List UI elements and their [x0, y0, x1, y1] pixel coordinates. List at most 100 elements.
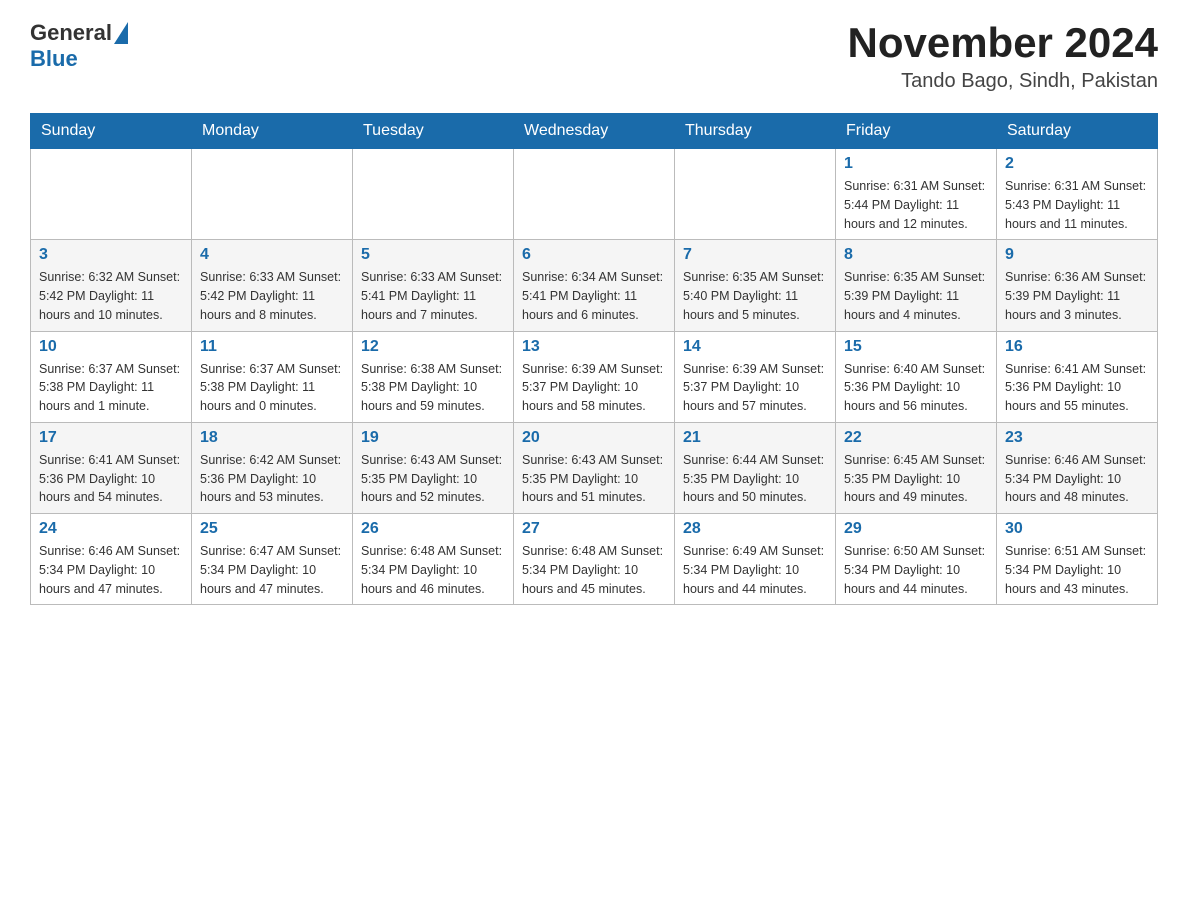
day-number: 10 — [39, 338, 183, 356]
calendar-cell: 12 Sunrise: 6:38 AM Sunset: 5:38 PM Dayli… — [353, 331, 514, 422]
calendar-cell: 1Sunrise: 6:31 AM Sunset: 5:44 PM Daylig… — [836, 149, 997, 240]
calendar-cell: 3 Sunrise: 6:32 AM Sunset: 5:42 PM Daylig… — [31, 240, 192, 331]
location-text: Tando Bago, Sindh, Pakistan — [847, 70, 1158, 93]
calendar-header-row: SundayMondayTuesdayWednesdayThursdayFrid… — [31, 114, 1158, 149]
day-number: 6 — [522, 246, 666, 264]
day-info: Sunrise: 6:46 AM Sunset: 5:34 PM Dayligh… — [39, 542, 183, 598]
day-number: 26 — [361, 520, 505, 538]
day-info: Sunrise: 6:38 AM Sunset: 5:38 PM Dayligh… — [361, 360, 505, 416]
day-number: 13 — [522, 338, 666, 356]
calendar-cell: 28 Sunrise: 6:49 AM Sunset: 5:34 PM Dayli… — [675, 514, 836, 605]
calendar-cell — [31, 149, 192, 240]
calendar-cell — [514, 149, 675, 240]
day-number: 29 — [844, 520, 988, 538]
calendar-header-thursday: Thursday — [675, 114, 836, 149]
day-info: Sunrise: 6:41 AM Sunset: 5:36 PM Dayligh… — [39, 451, 183, 507]
day-number: 28 — [683, 520, 827, 538]
day-number: 14 — [683, 338, 827, 356]
day-number: 2 — [1005, 155, 1149, 173]
title-area: November 2024 Tando Bago, Sindh, Pakista… — [847, 20, 1158, 93]
day-info: Sunrise: 6:33 AM Sunset: 5:41 PM Dayligh… — [361, 268, 505, 324]
calendar-cell: 5Sunrise: 6:33 AM Sunset: 5:41 PM Daylig… — [353, 240, 514, 331]
day-info: Sunrise: 6:40 AM Sunset: 5:36 PM Dayligh… — [844, 360, 988, 416]
calendar-header-saturday: Saturday — [997, 114, 1158, 149]
calendar-cell: 15 Sunrise: 6:40 AM Sunset: 5:36 PM Dayli… — [836, 331, 997, 422]
calendar-header-friday: Friday — [836, 114, 997, 149]
calendar-cell: 24 Sunrise: 6:46 AM Sunset: 5:34 PM Dayli… — [31, 514, 192, 605]
day-number: 24 — [39, 520, 183, 538]
day-number: 1 — [844, 155, 988, 173]
calendar-cell: 20Sunrise: 6:43 AM Sunset: 5:35 PM Dayli… — [514, 422, 675, 513]
month-title: November 2024 — [847, 20, 1158, 66]
calendar-cell: 9 Sunrise: 6:36 AM Sunset: 5:39 PM Daylig… — [997, 240, 1158, 331]
calendar-cell — [675, 149, 836, 240]
day-info: Sunrise: 6:35 AM Sunset: 5:39 PM Dayligh… — [844, 268, 988, 324]
day-info: Sunrise: 6:33 AM Sunset: 5:42 PM Dayligh… — [200, 268, 344, 324]
day-number: 27 — [522, 520, 666, 538]
calendar-week-row: 1Sunrise: 6:31 AM Sunset: 5:44 PM Daylig… — [31, 149, 1158, 240]
calendar-cell: 19Sunrise: 6:43 AM Sunset: 5:35 PM Dayli… — [353, 422, 514, 513]
day-info: Sunrise: 6:49 AM Sunset: 5:34 PM Dayligh… — [683, 542, 827, 598]
day-number: 15 — [844, 338, 988, 356]
calendar-week-row: 3 Sunrise: 6:32 AM Sunset: 5:42 PM Daylig… — [31, 240, 1158, 331]
logo-blue-text: Blue — [30, 46, 78, 72]
day-number: 11 — [200, 338, 344, 356]
day-number: 17 — [39, 429, 183, 447]
calendar-cell: 21Sunrise: 6:44 AM Sunset: 5:35 PM Dayli… — [675, 422, 836, 513]
day-info: Sunrise: 6:42 AM Sunset: 5:36 PM Dayligh… — [200, 451, 344, 507]
day-info: Sunrise: 6:46 AM Sunset: 5:34 PM Dayligh… — [1005, 451, 1149, 507]
calendar-cell: 11 Sunrise: 6:37 AM Sunset: 5:38 PM Dayli… — [192, 331, 353, 422]
day-number: 25 — [200, 520, 344, 538]
calendar-cell: 14 Sunrise: 6:39 AM Sunset: 5:37 PM Dayli… — [675, 331, 836, 422]
day-info: Sunrise: 6:36 AM Sunset: 5:39 PM Dayligh… — [1005, 268, 1149, 324]
calendar-cell: 22 Sunrise: 6:45 AM Sunset: 5:35 PM Dayli… — [836, 422, 997, 513]
calendar-header-tuesday: Tuesday — [353, 114, 514, 149]
day-number: 30 — [1005, 520, 1149, 538]
calendar-cell: 29 Sunrise: 6:50 AM Sunset: 5:34 PM Dayli… — [836, 514, 997, 605]
calendar-cell: 17 Sunrise: 6:41 AM Sunset: 5:36 PM Dayli… — [31, 422, 192, 513]
calendar-cell: 2Sunrise: 6:31 AM Sunset: 5:43 PM Daylig… — [997, 149, 1158, 240]
calendar-cell: 4 Sunrise: 6:33 AM Sunset: 5:42 PM Daylig… — [192, 240, 353, 331]
day-info: Sunrise: 6:39 AM Sunset: 5:37 PM Dayligh… — [522, 360, 666, 416]
calendar-cell: 23Sunrise: 6:46 AM Sunset: 5:34 PM Dayli… — [997, 422, 1158, 513]
day-number: 8 — [844, 246, 988, 264]
day-info: Sunrise: 6:48 AM Sunset: 5:34 PM Dayligh… — [522, 542, 666, 598]
logo-general-text: General — [30, 20, 112, 46]
day-info: Sunrise: 6:34 AM Sunset: 5:41 PM Dayligh… — [522, 268, 666, 324]
calendar-cell: 25Sunrise: 6:47 AM Sunset: 5:34 PM Dayli… — [192, 514, 353, 605]
calendar-cell: 18Sunrise: 6:42 AM Sunset: 5:36 PM Dayli… — [192, 422, 353, 513]
calendar-cell: 27 Sunrise: 6:48 AM Sunset: 5:34 PM Dayli… — [514, 514, 675, 605]
calendar-header-sunday: Sunday — [31, 114, 192, 149]
day-number: 3 — [39, 246, 183, 264]
calendar-table: SundayMondayTuesdayWednesdayThursdayFrid… — [30, 113, 1158, 605]
day-info: Sunrise: 6:35 AM Sunset: 5:40 PM Dayligh… — [683, 268, 827, 324]
day-info: Sunrise: 6:37 AM Sunset: 5:38 PM Dayligh… — [200, 360, 344, 416]
calendar-cell — [353, 149, 514, 240]
day-info: Sunrise: 6:43 AM Sunset: 5:35 PM Dayligh… — [361, 451, 505, 507]
day-info: Sunrise: 6:39 AM Sunset: 5:37 PM Dayligh… — [683, 360, 827, 416]
day-number: 16 — [1005, 338, 1149, 356]
day-number: 7 — [683, 246, 827, 264]
day-number: 12 — [361, 338, 505, 356]
logo: General Blue — [30, 20, 130, 72]
day-number: 9 — [1005, 246, 1149, 264]
calendar-week-row: 17 Sunrise: 6:41 AM Sunset: 5:36 PM Dayli… — [31, 422, 1158, 513]
day-info: Sunrise: 6:41 AM Sunset: 5:36 PM Dayligh… — [1005, 360, 1149, 416]
calendar-cell: 8 Sunrise: 6:35 AM Sunset: 5:39 PM Daylig… — [836, 240, 997, 331]
day-info: Sunrise: 6:43 AM Sunset: 5:35 PM Dayligh… — [522, 451, 666, 507]
day-number: 4 — [200, 246, 344, 264]
day-info: Sunrise: 6:45 AM Sunset: 5:35 PM Dayligh… — [844, 451, 988, 507]
day-number: 22 — [844, 429, 988, 447]
day-info: Sunrise: 6:48 AM Sunset: 5:34 PM Dayligh… — [361, 542, 505, 598]
calendar-header-wednesday: Wednesday — [514, 114, 675, 149]
calendar-header-monday: Monday — [192, 114, 353, 149]
calendar-cell: 16 Sunrise: 6:41 AM Sunset: 5:36 PM Dayli… — [997, 331, 1158, 422]
page-header: General Blue November 2024 Tando Bago, S… — [30, 20, 1158, 93]
day-info: Sunrise: 6:44 AM Sunset: 5:35 PM Dayligh… — [683, 451, 827, 507]
day-info: Sunrise: 6:32 AM Sunset: 5:42 PM Dayligh… — [39, 268, 183, 324]
day-info: Sunrise: 6:50 AM Sunset: 5:34 PM Dayligh… — [844, 542, 988, 598]
calendar-cell: 6 Sunrise: 6:34 AM Sunset: 5:41 PM Daylig… — [514, 240, 675, 331]
logo-triangle-icon — [114, 22, 128, 44]
day-info: Sunrise: 6:51 AM Sunset: 5:34 PM Dayligh… — [1005, 542, 1149, 598]
calendar-cell: 30 Sunrise: 6:51 AM Sunset: 5:34 PM Dayli… — [997, 514, 1158, 605]
